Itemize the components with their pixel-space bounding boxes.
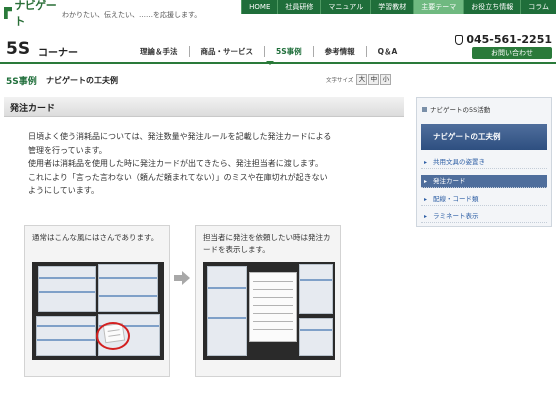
phone-number: 045-561-2251 — [455, 33, 552, 46]
arrow-right-icon — [174, 271, 190, 285]
page-category: 5S事例 — [6, 77, 37, 87]
topnav-home[interactable]: HOME — [241, 0, 277, 14]
body-line: これにより「言った言わない（頼んだ頼まれてない）」のミスや在庫切れが起きない — [28, 172, 328, 182]
page-heading: 5S事例 ナビゲートの工夫例 文字サイズ 大 中 小 — [0, 72, 408, 88]
phone-number-text: 045-561-2251 — [466, 33, 552, 46]
highlight-circle — [96, 322, 130, 350]
contact-button[interactable]: お問い合わせ — [472, 47, 552, 59]
font-size-label: 文字サイズ — [326, 77, 354, 84]
photo-card-inserted — [32, 262, 164, 360]
topnav-training[interactable]: 社員研修 — [277, 0, 320, 14]
topnav-manual[interactable]: マニュアル — [320, 0, 370, 14]
sidebar-item-laminate[interactable]: ラミネート表示 — [421, 210, 547, 223]
photo-panel-normal: 通常はこんな風にはさんであります。 — [24, 225, 170, 377]
body-line: 日頃よく使う消耗品については、発注数量や発注ルールを記載した発注カードによる — [28, 132, 332, 141]
topnav-column[interactable]: コラム — [520, 0, 556, 14]
corner-header: 5S コーナー 理論＆手法 商品・サービス 5S事例 参考情報 Q＆A 045-… — [0, 33, 556, 65]
corner-subtitle: コーナー — [38, 48, 78, 59]
photo-panel-request: 担当者に発注を依頼したい時は発注カードを表示します。 — [195, 225, 341, 377]
corner-tabs: 理論＆手法 商品・サービス 5S事例 参考情報 Q＆A — [126, 46, 408, 57]
section-body: 日頃よく使う消耗品については、発注数量や発注ルールを記載した発注カードによる 管… — [28, 130, 400, 198]
tab-reference[interactable]: 参考情報 — [312, 46, 366, 57]
body-line: 使用者は消耗品を使用した時に発注カードが出てきたら、発注担当者に渡します。 — [28, 159, 323, 168]
phone-icon — [455, 34, 464, 45]
sidebar-item-cables[interactable]: 配線・コード類 — [421, 193, 547, 206]
top-navigation: HOME 社員研修 マニュアル 学習教材 主要テーマ お役立ち情報 コラム — [241, 0, 556, 14]
logo-text: ナビゲート — [14, 0, 57, 28]
font-size-medium-button[interactable]: 中 — [368, 74, 380, 85]
font-size-small-button[interactable]: 小 — [380, 74, 392, 85]
logo-mark-icon — [4, 7, 13, 19]
site-tagline: わかりたい、伝えたい、……を応援します。 — [62, 11, 202, 19]
active-tab-pointer-icon — [266, 61, 274, 65]
photo-caption: 担当者に発注を依頼したい時は発注カードを表示します。 — [203, 233, 331, 254]
photo-caption: 通常はこんな風にはさんであります。 — [32, 233, 159, 242]
body-line: ようにしています。 — [28, 186, 99, 195]
font-size-large-button[interactable]: 大 — [356, 74, 368, 85]
topnav-useful-info[interactable]: お役立ち情報 — [463, 0, 520, 14]
page-title: ナビゲートの工夫例 — [46, 76, 118, 85]
section-title: 発注カード — [10, 104, 56, 114]
corner-title: 5S — [6, 39, 31, 59]
section-header: 発注カード — [4, 97, 404, 117]
tab-5s-cases[interactable]: 5S事例 — [264, 46, 313, 57]
tab-theory[interactable]: 理論＆手法 — [126, 46, 189, 57]
sidebar-link-5s-activities[interactable]: ナビゲートの5S活動 — [421, 104, 547, 116]
sidebar-item-stationery[interactable]: 共用文具の姿置き — [421, 156, 547, 169]
site-header: ナビゲート わかりたい、伝えたい、……を応援します。 HOME 社員研修 マニュ… — [0, 0, 556, 28]
body-line: 管理を行っています。 — [28, 145, 107, 155]
sidebar-heading[interactable]: ナビゲートの工夫例 — [421, 124, 547, 150]
sidebar: ナビゲートの5S活動 ナビゲートの工夫例 共用文具の姿置き 発注カード 配線・コ… — [416, 97, 552, 227]
topnav-main-themes[interactable]: 主要テーマ — [413, 0, 464, 14]
tab-qa[interactable]: Q＆A — [365, 46, 409, 57]
photo-card-displayed — [203, 262, 335, 360]
sidebar-item-order-card[interactable]: 発注カード — [421, 175, 547, 188]
site-logo[interactable]: ナビゲート — [4, 0, 58, 28]
tab-products[interactable]: 商品・サービス — [188, 46, 265, 57]
topnav-materials[interactable]: 学習教材 — [370, 0, 413, 14]
font-size-control: 文字サイズ 大 中 小 — [326, 74, 392, 85]
